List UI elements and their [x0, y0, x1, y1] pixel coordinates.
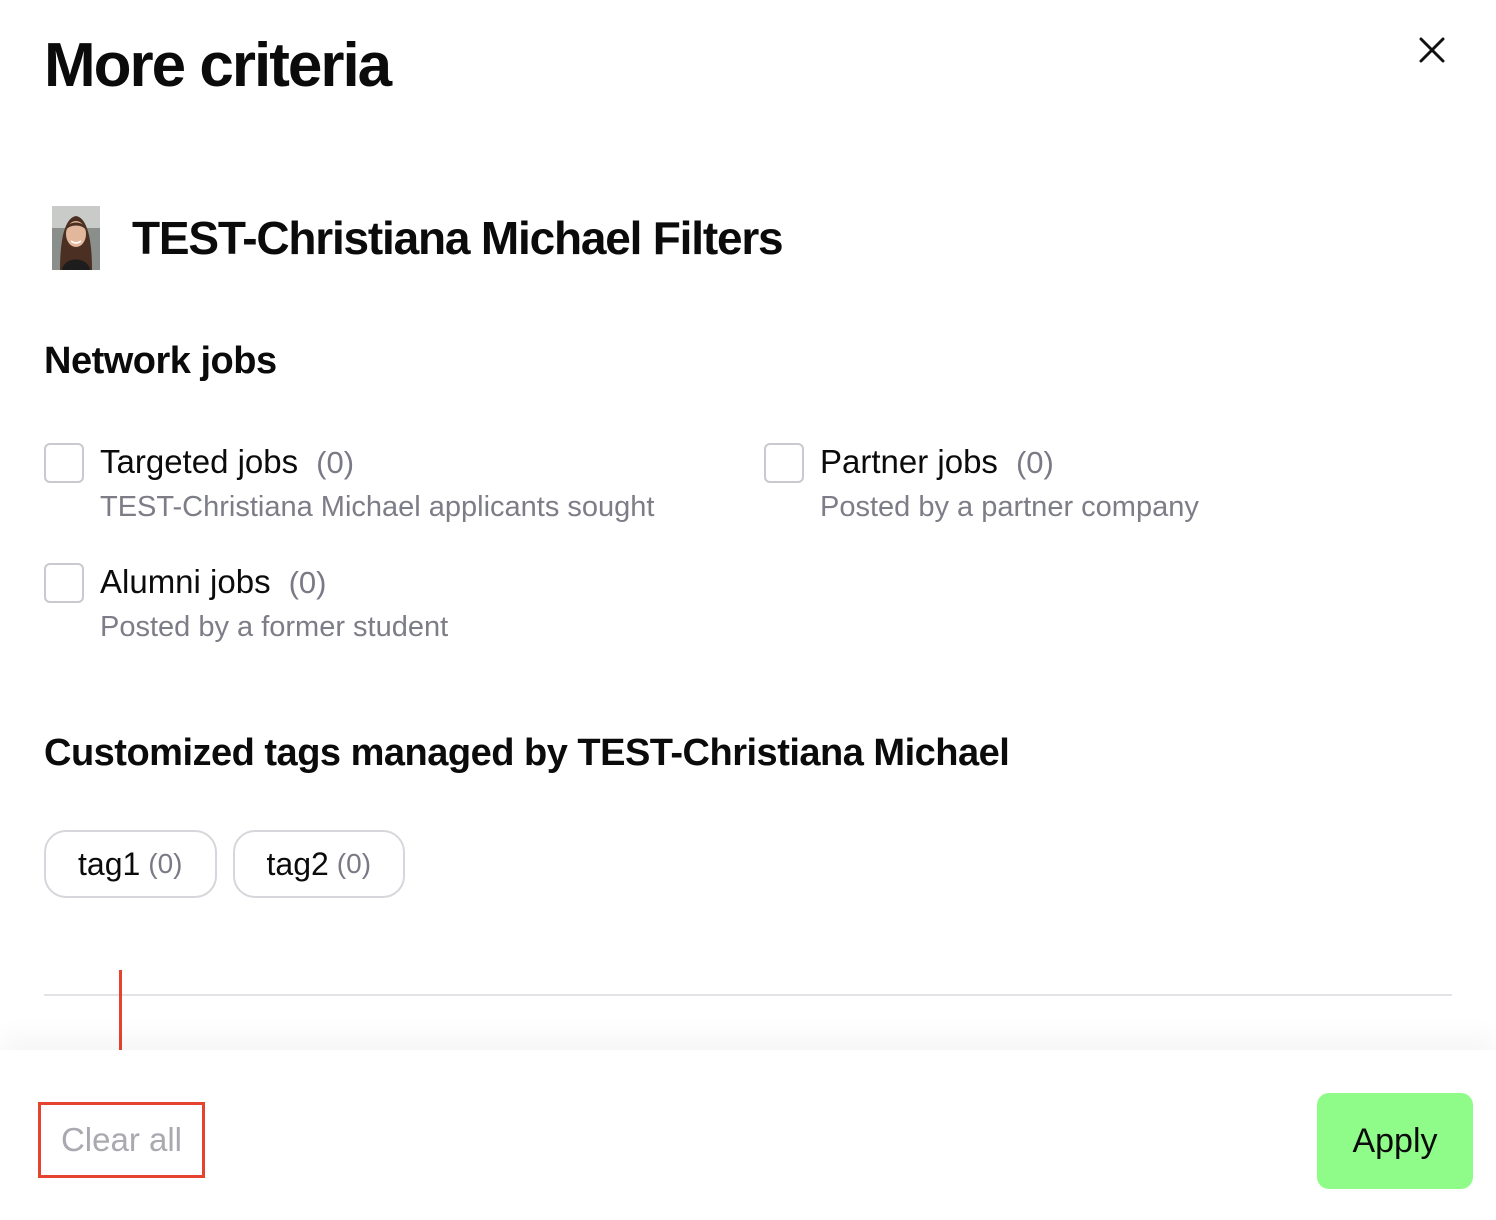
option-description: TEST-Christiana Michael applicants sough…: [100, 491, 655, 523]
avatar: [52, 206, 100, 270]
clear-all-button[interactable]: Clear all: [38, 1102, 205, 1178]
option-description: Posted by a former student: [100, 611, 449, 643]
option-label: Partner jobs: [820, 443, 998, 480]
option-count: (0): [316, 445, 355, 480]
tag-count: (0): [336, 848, 372, 879]
tag-list: tag1 (0) tag2 (0): [44, 830, 406, 898]
option-description: Posted by a partner company: [820, 491, 1199, 523]
divider: [44, 994, 1452, 996]
alumni-jobs-checkbox[interactable]: [44, 563, 84, 603]
tag-label: tag1: [78, 845, 141, 882]
apply-button[interactable]: Apply: [1317, 1093, 1473, 1189]
partner-jobs-option[interactable]: Partner jobs (0) Posted by a partner com…: [764, 440, 1199, 527]
more-criteria-modal: More criteria TEST-Christiana Michael Fi…: [0, 0, 1496, 1220]
network-jobs-title: Network jobs: [44, 340, 277, 382]
option-count: (0): [1015, 445, 1054, 480]
option-label: Alumni jobs: [100, 563, 271, 600]
alumni-jobs-option[interactable]: Alumni jobs (0) Posted by a former stude…: [44, 560, 448, 647]
partner-jobs-checkbox[interactable]: [764, 443, 804, 483]
tag-count: (0): [148, 848, 183, 879]
organization-header: TEST-Christiana Michael Filters: [52, 206, 784, 270]
option-label: Targeted jobs: [100, 443, 299, 480]
targeted-jobs-option[interactable]: Targeted jobs (0) TEST-Christiana Michae…: [44, 440, 654, 527]
close-icon: [1419, 37, 1445, 63]
targeted-jobs-checkbox[interactable]: [44, 443, 84, 483]
option-count: (0): [288, 565, 327, 600]
close-button[interactable]: [1410, 28, 1454, 72]
organization-name: TEST-Christiana Michael Filters: [132, 212, 784, 264]
modal-footer: Clear all Apply: [0, 1050, 1496, 1220]
tag-chip-tag2[interactable]: tag2 (0): [232, 830, 406, 898]
tag-chip-tag1[interactable]: tag1 (0): [44, 830, 217, 898]
custom-tags-title: Customized tags managed by TEST-Christia…: [44, 732, 1010, 774]
modal-title: More criteria: [44, 31, 392, 100]
tag-label: tag2: [266, 845, 329, 882]
